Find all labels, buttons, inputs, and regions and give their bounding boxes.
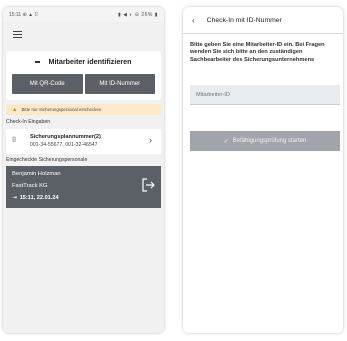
back-arrow-icon[interactable]: ‹ (192, 16, 195, 25)
logout-icon[interactable] (142, 178, 155, 192)
chevron-right-icon: › (149, 135, 152, 145)
status-bar: 15:11 ⊕ ▲ ⠿ ▮ ◀ ◐ ⊖ 26% ▮ (3, 7, 164, 22)
collapse-icon[interactable] (35, 61, 41, 63)
qr-code-button[interactable]: Mit QR-Code (12, 74, 83, 94)
person-name: Benjamin Holzman (12, 171, 61, 177)
warning-icon: ▲ (12, 106, 18, 113)
start-button-label: Befähigungsprüfung starten (232, 138, 307, 144)
plan-number-item[interactable]: ⌷ Sicherungsplannummer(2) 001-34-55677, … (6, 129, 161, 154)
page-title: Check-In mit ID-Nummer (206, 16, 282, 24)
identify-card: Mitarbeiter identifizieren Mit QR-Code M… (6, 51, 161, 100)
identify-title: Mitarbeiter identifizieren (48, 57, 132, 66)
notice-text: Bitte nur Sicherungspersonal einchecken (21, 107, 102, 112)
start-qualification-check-button[interactable]: ✓ Befähigungsprüfung starten (190, 131, 340, 151)
checked-in-person-card: Benjamin Holzman FastTrack KG ⇥ 15:11, 22… (6, 166, 161, 208)
plan-number-title: Sicherungsplannummer(2) (30, 134, 101, 140)
checkin-section-label: Check-In Eingaben (6, 119, 51, 125)
phone-screen-id-checkin: ‹ Check-In mit ID-Nummer Bitte geben Sie… (183, 7, 343, 333)
employee-id-input[interactable]: Mitarbeiter-ID (190, 85, 340, 105)
status-time: 15:11 (9, 11, 22, 18)
security-notice: ▲ Bitte nur Sicherungspersonal einchecke… (6, 104, 161, 115)
instructions-text: Bitte geben Sie eine Mitarbeiter-ID ein.… (190, 42, 325, 63)
phone-screen-identify: 15:11 ⊕ ▲ ⠿ ▮ ◀ ◐ ⊖ 26% ▮ Mitarbeiter id… (3, 7, 164, 333)
login-icon: ⇥ (12, 195, 17, 201)
status-right-icons: ▮ ◀ ◐ ⊖ 26% ▮ (117, 11, 158, 18)
header-bar: ‹ Check-In mit ID-Nummer (183, 7, 343, 34)
plan-numbers: 001-34-55677, 001-32-46547 (30, 142, 98, 148)
check-icon: ✓ (223, 138, 229, 145)
id-number-button[interactable]: Mit ID-Nummer (84, 74, 155, 94)
status-left-icons: ⊕ ▲ ⠿ (22, 11, 39, 18)
identify-title-row: Mitarbeiter identifizieren (6, 57, 161, 66)
checkin-time-row: ⇥ 15:11, 22.01.24 (12, 195, 59, 201)
hamburger-icon[interactable] (13, 31, 22, 38)
identify-button-row: Mit QR-Code Mit ID-Nummer (12, 74, 155, 94)
checked-in-section-label: Eingecheckte Sicherungspersonale (6, 157, 88, 163)
person-company: FastTrack KG (12, 183, 48, 189)
checkin-time: 15:11, 22.01.24 (19, 195, 59, 201)
document-icon: ⌷ (12, 137, 17, 144)
